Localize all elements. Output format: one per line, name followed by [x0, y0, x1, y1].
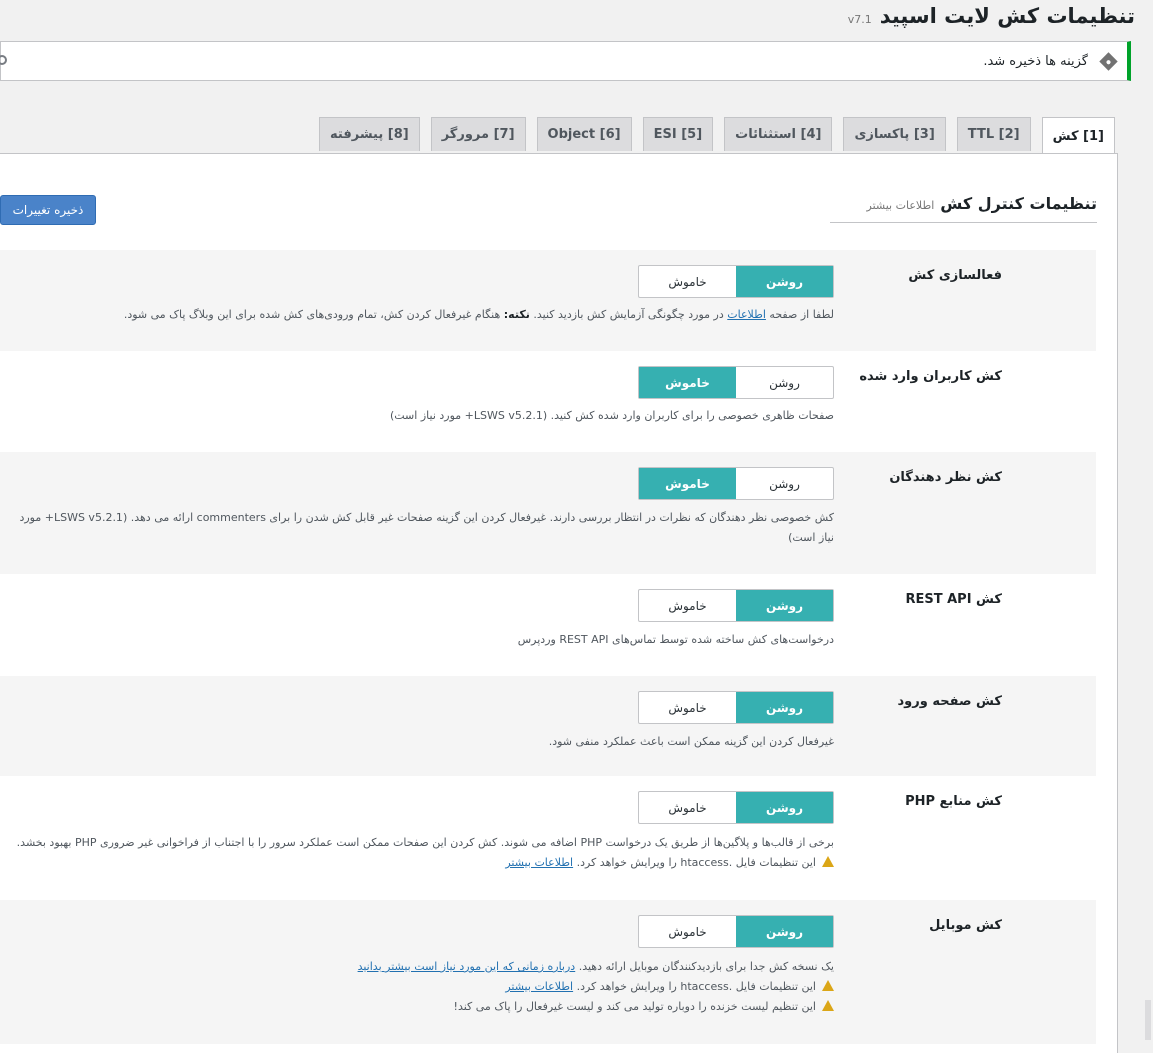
page-title: تنظیمات کش لایت اسپید [879, 4, 1135, 28]
section-title: تنظیمات کنترل کش [940, 194, 1097, 213]
mobile-cache-toggle[interactable]: روشن خاموش [638, 915, 834, 948]
setting-description: لطفا از صفحه اطلاعات در مورد چگونگی آزما… [123, 308, 834, 321]
toggle-off[interactable]: خاموش [639, 367, 736, 398]
toggle-off[interactable]: خاموش [639, 692, 736, 723]
toggle-off[interactable]: خاموش [639, 590, 736, 621]
setting-row-php-resources: کش منابع PHP روشن خاموش برخی از قالب‌ها … [0, 776, 1096, 900]
toggle-off[interactable]: خاموش [639, 792, 736, 823]
notice-message: گزینه ها ذخیره شد. [983, 53, 1088, 69]
save-changes-button[interactable]: ذخیره تغییرات [0, 195, 96, 225]
tab-purge[interactable]: [3] پاکسازی [843, 117, 946, 151]
page-header: تنظیمات کش لایت اسپید v7.1 [848, 4, 1135, 28]
tab-advanced[interactable]: [8] پیشرفته [319, 117, 420, 151]
toggle-on[interactable]: روشن [736, 916, 833, 947]
warning-icon [822, 980, 834, 991]
setting-label: کش نظر دهندگان [889, 470, 1002, 485]
tab-excludes[interactable]: [4] استثنائات [724, 117, 833, 151]
setting-row-commenters: کش نظر دهندگان روشن خاموش کش خصوصی نظر د… [0, 452, 1096, 574]
setting-description: یک نسخه کش جدا برای بازدیدکنندگان موبایل… [357, 960, 834, 1013]
setting-label: کش صفحه ورود [897, 694, 1002, 709]
setting-row-logged-in: کش کاربران وارد شده روشن خاموش صفحات ظاه… [0, 351, 1096, 452]
logged-in-cache-toggle[interactable]: روشن خاموش [638, 366, 834, 399]
setting-description: کش خصوصی نظر دهندگان که نظرات در انتظار … [19, 511, 834, 544]
tab-ttl[interactable]: [2] TTL [956, 117, 1031, 151]
settings-panel: تنظیمات کنترل کش اطلاعات بیشتر ذخیره تغی… [0, 153, 1118, 1053]
setting-row-enable-cache: فعالسازی کش روشن خاموش لطفا از صفحه اطلا… [0, 250, 1096, 351]
setting-label: کش REST API [905, 592, 1002, 607]
vertical-scrollbar[interactable] [1143, 150, 1153, 1043]
version-label: v7.1 [847, 13, 872, 26]
setting-description: برخی از قالب‌ها و پلاگین‌ها از طریق یک د… [16, 836, 834, 869]
toggle-off[interactable]: خاموش [639, 266, 736, 297]
rest-api-cache-toggle[interactable]: روشن خاموش [638, 589, 834, 622]
tab-object[interactable]: [6] Object [536, 117, 632, 151]
learn-more-link[interactable]: اطلاعات بیشتر [505, 980, 573, 993]
setting-row-login-page: کش صفحه ورود روشن خاموش غیرفعال کردن این… [0, 676, 1096, 776]
settings-tabs: [1] کش [2] TTL [3] پاکسازی [4] استثنائات… [319, 117, 1115, 154]
section-heading: تنظیمات کنترل کش اطلاعات بیشتر [830, 194, 1097, 223]
warning-icon [822, 856, 834, 867]
login-page-cache-toggle[interactable]: روشن خاموش [638, 691, 834, 724]
enable-cache-toggle[interactable]: روشن خاموش [638, 265, 834, 298]
setting-label: کش کاربران وارد شده [859, 369, 1002, 384]
php-resources-cache-toggle[interactable]: روشن خاموش [638, 791, 834, 824]
learn-more-link[interactable]: اطلاعات بیشتر [505, 856, 573, 869]
info-link[interactable]: اطلاعات [727, 308, 766, 321]
tab-esi[interactable]: [5] ESI [642, 117, 714, 151]
setting-label: کش موبایل [929, 918, 1002, 933]
commenters-cache-toggle[interactable]: روشن خاموش [638, 467, 834, 500]
setting-row-mobile: کش موبایل روشن خاموش یک نسخه کش جدا برای… [0, 900, 1096, 1044]
toggle-on[interactable]: روشن [736, 590, 833, 621]
setting-row-rest-api: کش REST API روشن خاموش درخواست‌های کش سا… [0, 574, 1096, 676]
learn-when-needed-link[interactable]: درباره زمانی که این مورد نیاز است بیشتر … [358, 960, 576, 973]
setting-description: صفحات ظاهری خصوصی را برای کاربران وارد ش… [389, 409, 834, 422]
tab-cache[interactable]: [1] کش [1041, 117, 1115, 154]
toggle-on[interactable]: روشن [736, 792, 833, 823]
setting-label: کش منابع PHP [905, 794, 1002, 809]
success-notice: گزینه ها ذخیره شد. [0, 41, 1131, 81]
toggle-on[interactable]: روشن [736, 468, 833, 499]
toggle-off[interactable]: خاموش [639, 468, 736, 499]
setting-description: درخواست‌های کش ساخته شده توسط تماس‌های R… [517, 633, 834, 646]
tab-browser[interactable]: [7] مرورگر [430, 117, 526, 151]
setting-description: غیرفعال کردن این گزینه ممکن است باعث عمل… [548, 735, 834, 748]
toggle-on[interactable]: روشن [736, 367, 833, 398]
toggle-off[interactable]: خاموش [639, 916, 736, 947]
dismiss-icon[interactable] [0, 55, 7, 65]
setting-label: فعالسازی کش [908, 268, 1002, 283]
litespeed-diamond-icon [1099, 51, 1118, 71]
more-info-link[interactable]: اطلاعات بیشتر [867, 199, 935, 212]
toggle-on[interactable]: روشن [736, 266, 833, 297]
toggle-on[interactable]: روشن [736, 692, 833, 723]
warning-icon [822, 1000, 834, 1011]
